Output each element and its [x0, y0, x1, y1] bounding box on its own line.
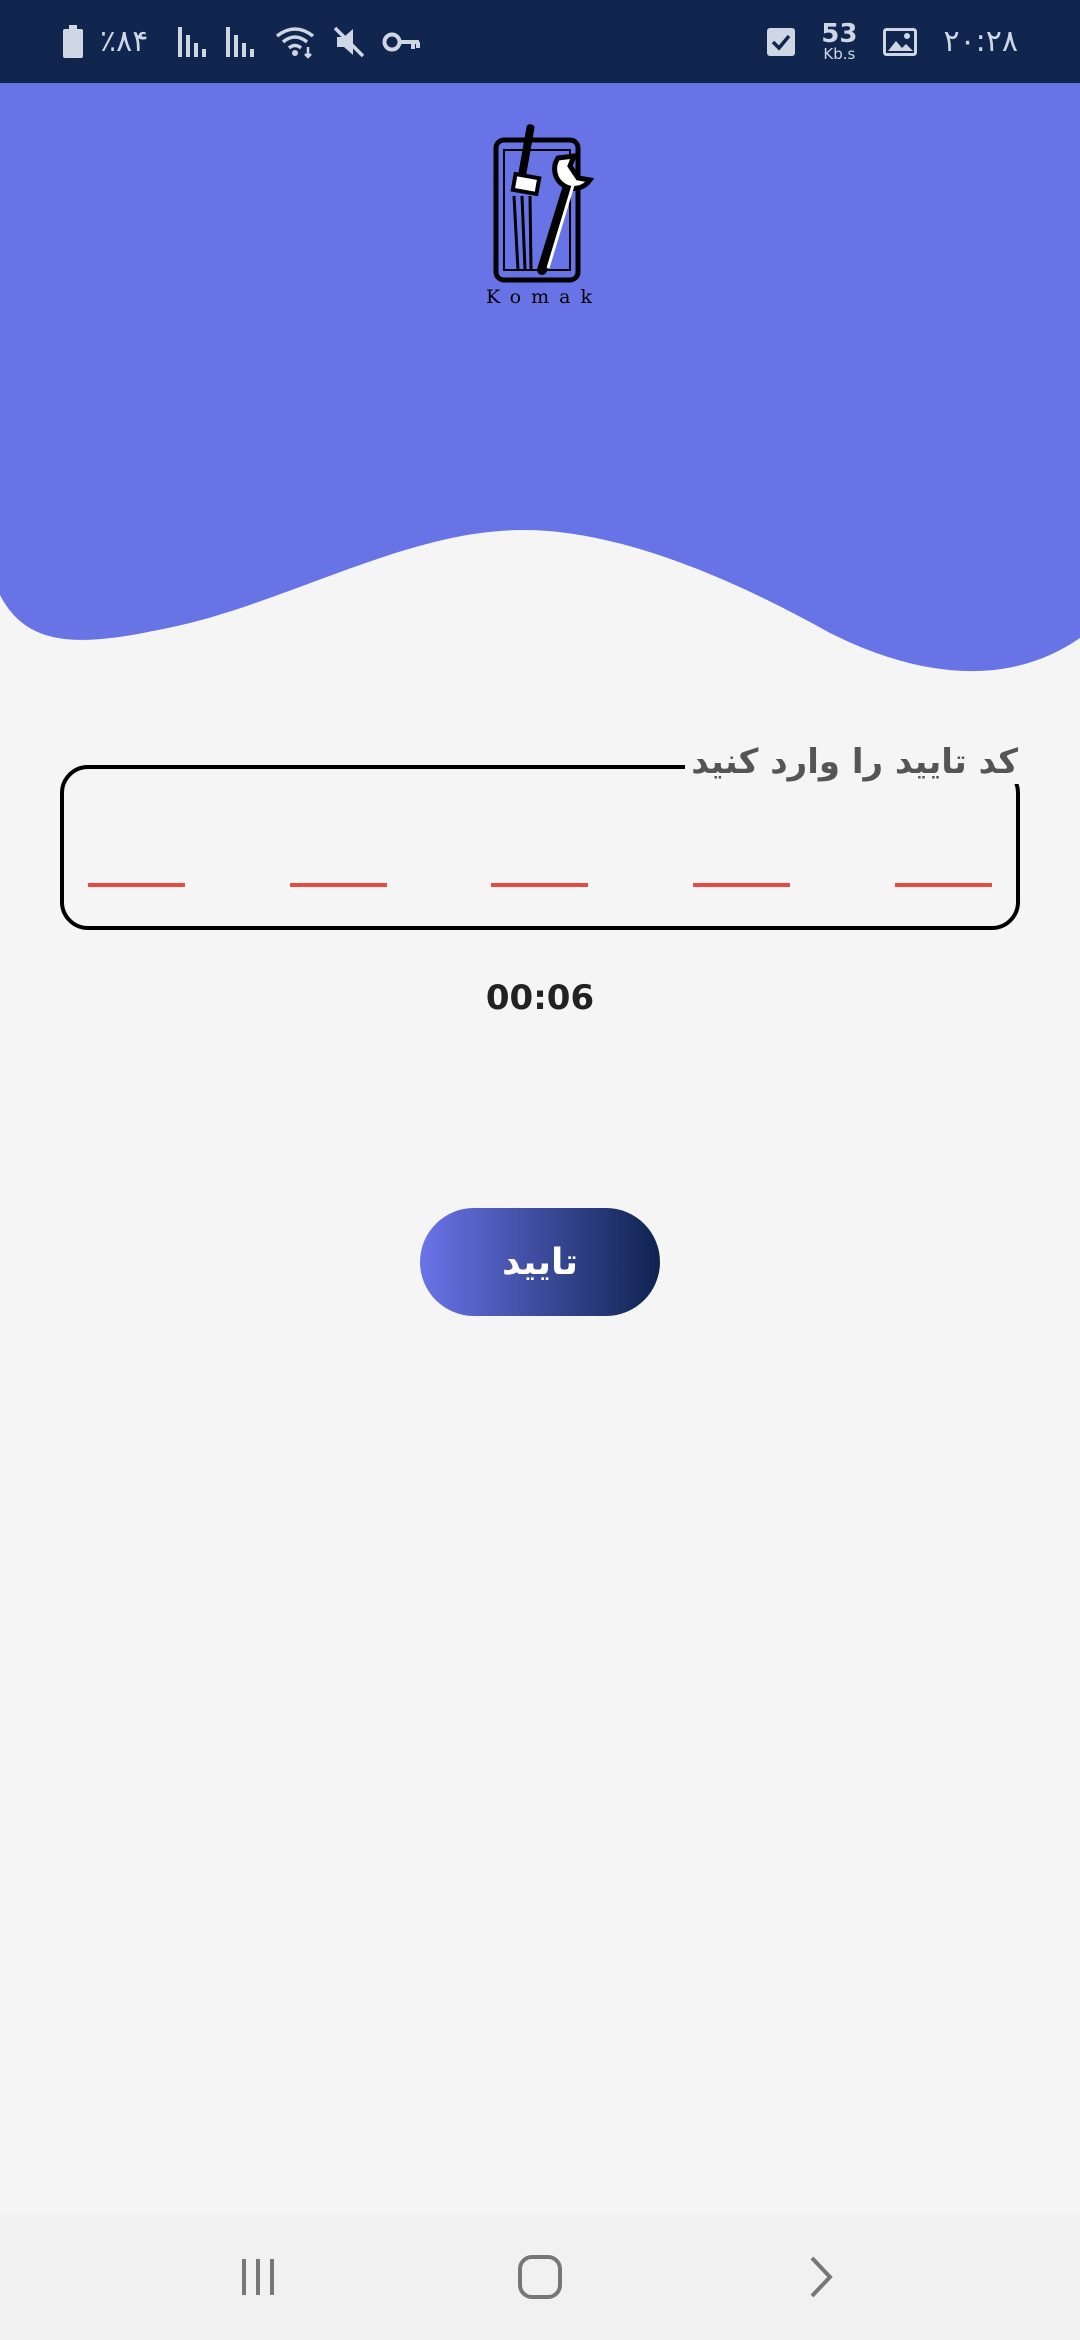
countdown-timer: 00:06 [485, 978, 595, 1018]
speed-value: 53 [821, 19, 858, 49]
home-icon[interactable] [505, 2242, 575, 2312]
tools-phone-icon [493, 124, 595, 283]
confirm-button[interactable]: تایید [420, 1208, 660, 1316]
speed-unit: Kb.s [823, 45, 856, 63]
checkbox-notification-icon [767, 27, 796, 57]
status-bar: ٪۸۴ 53 Kb.s ۲۰:۲۸ [0, 0, 1080, 83]
verification-code-label: کد تایید را وارد کنید [685, 740, 1024, 784]
status-bar-right: 53 Kb.s ۲۰:۲۸ [767, 0, 1018, 83]
battery-icon [62, 24, 84, 59]
code-slot-2[interactable] [290, 883, 387, 887]
vpn-key-icon [382, 30, 422, 54]
signal-icon [226, 26, 258, 57]
verification-code-box[interactable] [60, 765, 1020, 930]
wifi-icon [274, 25, 316, 59]
code-slot-1[interactable] [88, 883, 185, 887]
code-slot-5[interactable] [895, 883, 992, 887]
navigation-bar [0, 2214, 1080, 2340]
logo-text: Komak [486, 286, 602, 308]
app-logo: Komak [470, 118, 610, 318]
network-speed: 53 Kb.s [821, 21, 857, 62]
back-icon[interactable] [785, 2242, 855, 2312]
image-notification-icon [883, 27, 918, 56]
mute-icon [332, 25, 366, 59]
code-slot-3[interactable] [491, 883, 588, 887]
clock: ۲۰:۲۸ [943, 23, 1018, 59]
status-bar-left: ٪۸۴ [62, 0, 422, 83]
battery-percent: ٪۸۴ [100, 23, 149, 59]
code-slot-4[interactable] [693, 883, 790, 887]
signal-icon [178, 26, 210, 57]
recent-apps-icon[interactable] [223, 2242, 293, 2312]
